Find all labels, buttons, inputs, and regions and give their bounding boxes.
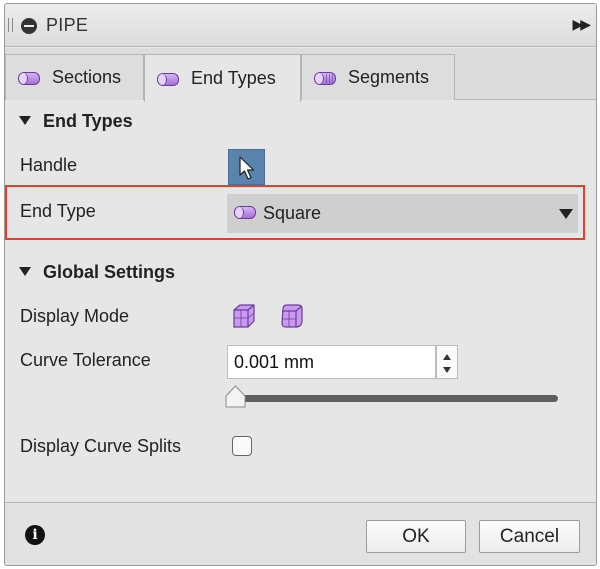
tab-end-types-label: End Types (191, 68, 276, 88)
expand-icon[interactable]: ▶▶ (572, 16, 590, 33)
display-mode-label: Display Mode (20, 306, 130, 326)
display-curve-splits-label: Display Curve Splits (20, 436, 182, 456)
tab-end-types[interactable]: End Types (144, 54, 301, 102)
display-curve-splits-checkbox[interactable] (232, 436, 252, 456)
tab-sections[interactable]: Sections (5, 54, 144, 100)
pipe-dialog: PIPE ▶▶ Sections End Types Segments End … (4, 3, 597, 566)
end-type-value: Square (263, 203, 322, 223)
curve-tolerance-slider-track[interactable] (233, 395, 558, 402)
display-mode-fast-button[interactable] (231, 302, 257, 330)
collapse-triangle-icon (19, 267, 31, 276)
title-bar[interactable]: PIPE ▶▶ (5, 4, 596, 47)
info-icon[interactable]: i (25, 525, 45, 545)
rounded-cube-icon (281, 304, 303, 328)
drag-grip-icon[interactable] (8, 18, 13, 32)
cube-icon (233, 304, 255, 328)
stepper-up-icon[interactable] (443, 354, 451, 360)
cylinder-endtype-icon (155, 71, 181, 87)
tab-bar: Sections End Types Segments (5, 48, 596, 102)
pipe-command-icon (21, 18, 37, 34)
collapse-triangle-icon (19, 116, 31, 125)
global-settings-section-header[interactable]: Global Settings (19, 262, 175, 283)
handle-select-button[interactable] (228, 149, 265, 185)
tab-sections-label: Sections (52, 67, 122, 87)
curve-tolerance-label: Curve Tolerance (20, 350, 151, 370)
cursor-arrow-icon (239, 156, 255, 180)
stepper-down-icon[interactable] (443, 367, 451, 373)
cancel-button[interactable]: Cancel (479, 520, 580, 553)
curve-tolerance-input[interactable]: 0.001 mm (227, 345, 436, 379)
tab-segments-label: Segments (348, 67, 430, 87)
tab-segments[interactable]: Segments (301, 54, 455, 100)
handle-label: Handle (20, 155, 78, 175)
curve-tolerance-stepper[interactable] (436, 345, 458, 379)
dropdown-caret-icon (559, 209, 573, 219)
cylinder-section-icon (16, 70, 42, 86)
end-types-section-header[interactable]: End Types (19, 111, 133, 132)
end-type-label: End Type (20, 201, 96, 221)
display-mode-accurate-button[interactable] (278, 302, 304, 330)
cylinder-square-end-icon (231, 194, 259, 233)
ok-button[interactable]: OK (366, 520, 466, 553)
end-type-dropdown[interactable]: Square (227, 194, 578, 233)
dialog-title: PIPE (46, 15, 89, 35)
curve-tolerance-slider-thumb[interactable] (225, 385, 246, 408)
dialog-footer: i OK Cancel (5, 502, 596, 565)
cylinder-segments-icon (312, 70, 338, 86)
